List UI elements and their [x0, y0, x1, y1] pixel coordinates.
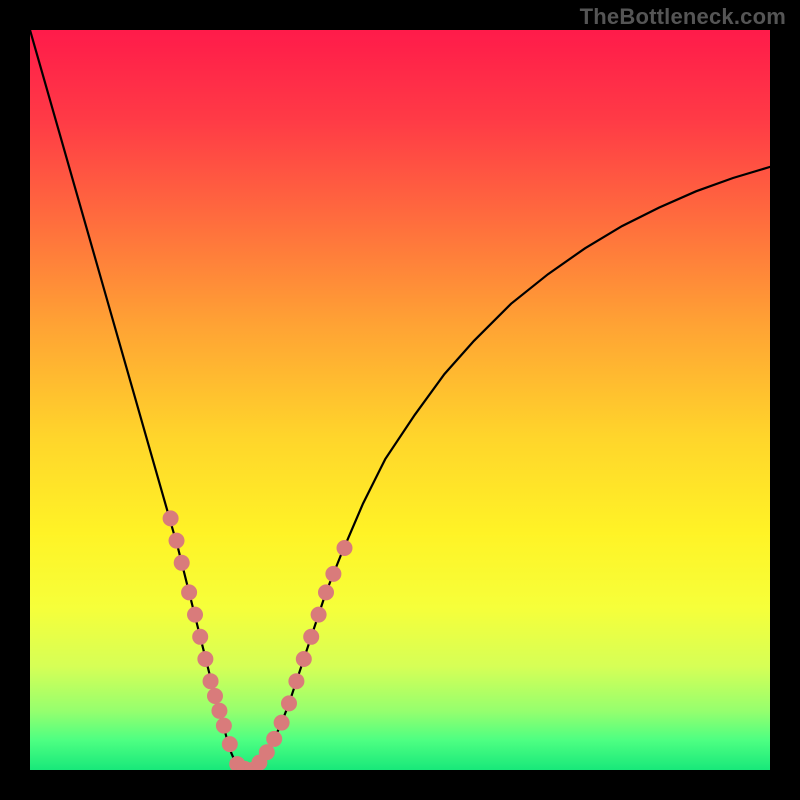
marker-dot — [216, 718, 232, 734]
marker-dot — [303, 629, 319, 645]
marker-dot — [311, 607, 327, 623]
marker-dot — [211, 703, 227, 719]
marker-dot — [169, 533, 185, 549]
marker-dot — [266, 731, 282, 747]
marker-dot — [187, 607, 203, 623]
marker-dot — [207, 688, 223, 704]
marker-dot — [163, 510, 179, 526]
marker-dot — [274, 715, 290, 731]
marker-dot — [222, 736, 238, 752]
marker-dot — [203, 673, 219, 689]
marker-dot — [192, 629, 208, 645]
marker-dot — [337, 540, 353, 556]
marker-dot — [181, 584, 197, 600]
plot-area — [30, 30, 770, 770]
watermark-text: TheBottleneck.com — [580, 4, 786, 30]
marker-dot — [174, 555, 190, 571]
marker-dot — [197, 651, 213, 667]
marker-dot — [318, 584, 334, 600]
chart-frame: TheBottleneck.com — [0, 0, 800, 800]
marker-dot — [296, 651, 312, 667]
chart-svg — [30, 30, 770, 770]
marker-dot — [281, 695, 297, 711]
gradient-background — [30, 30, 770, 770]
marker-dot — [288, 673, 304, 689]
marker-dot — [325, 566, 341, 582]
